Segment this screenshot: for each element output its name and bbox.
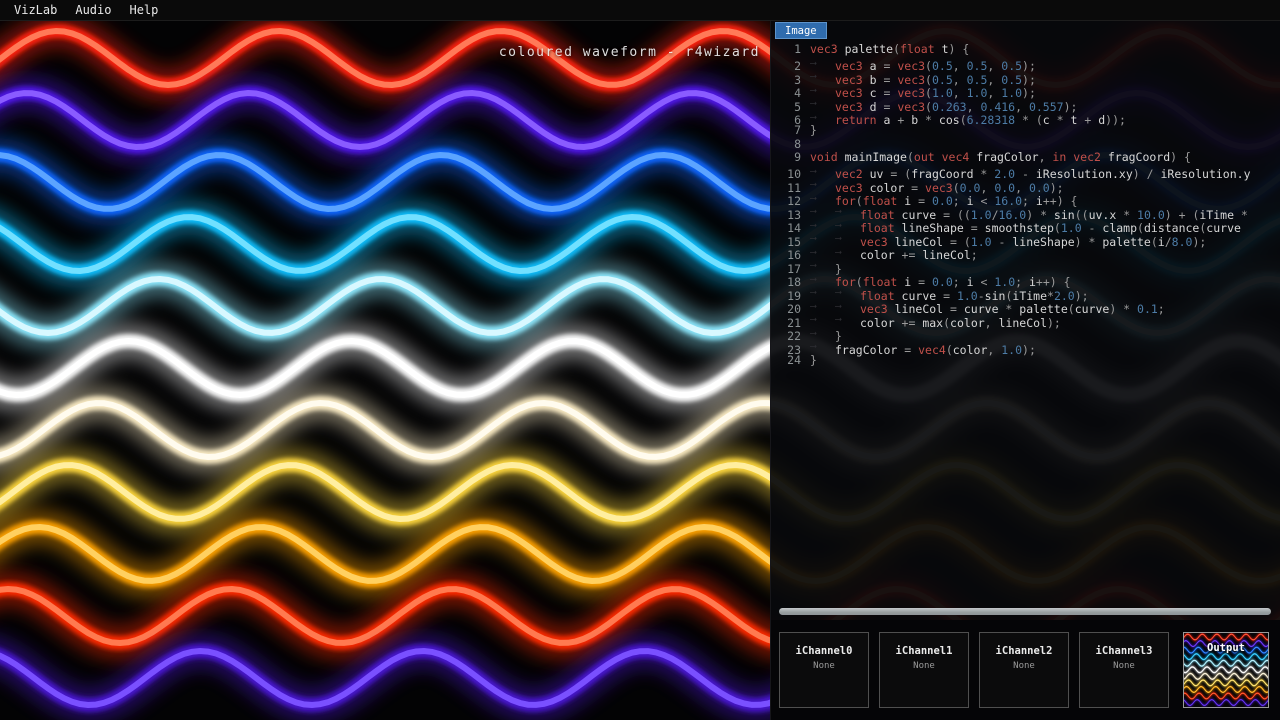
ichannel3-slot[interactable]: iChannel3 None: [1079, 632, 1169, 708]
tab-indent-guide: ⟶: [810, 192, 835, 206]
code-text: ⟶return a + b * cos(6.28318 * (c * t + d…: [810, 113, 1126, 127]
line-number: 8: [775, 138, 801, 152]
menu-help[interactable]: Help: [120, 3, 167, 17]
tab-indent-guide: ⟶: [810, 300, 835, 314]
tab-indent-guide: ⟶: [810, 327, 835, 341]
ichannel1-label: iChannel1: [880, 645, 968, 657]
tab-indent-guide: ⟶: [810, 97, 835, 111]
ichannel2-value: None: [980, 661, 1068, 671]
line-number: 24: [775, 354, 801, 368]
tab-indent-guide: ⟶: [810, 70, 835, 84]
line-number: 9: [775, 151, 801, 165]
tab-indent-guide: ⟶: [810, 340, 835, 354]
code-text: void mainImage(out vec4 fragColor, in ve…: [810, 150, 1191, 164]
code-text: vec3 palette(float t) {: [810, 43, 969, 56]
code-line[interactable]: 6⟶return a + b * cos(6.28318 * (c * t + …: [771, 111, 1280, 125]
code-line[interactable]: 9 void mainImage(out vec4 fragColor, in v…: [771, 151, 1280, 165]
ichannel1-slot[interactable]: iChannel1 None: [879, 632, 969, 708]
wave-6: [1184, 673, 1268, 679]
main-stage: coloured waveform - r4wizard Image 1 vec3…: [0, 20, 1280, 720]
tab-indent-guide: ⟶: [835, 219, 860, 233]
code-line[interactable]: 21⟶⟶color += max(color, lineCol);: [771, 313, 1280, 327]
code-line[interactable]: 2⟶vec3 a = vec3(0.5, 0.5, 0.5);: [771, 57, 1280, 71]
code-line[interactable]: 20⟶⟶vec3 lineCol = curve * palette(curve…: [771, 300, 1280, 314]
tab-indent-guide: ⟶: [835, 232, 860, 246]
tab-indent-guide: ⟶: [810, 165, 835, 179]
ichannel3-value: None: [1080, 661, 1168, 671]
tab-indent-guide: ⟶: [835, 313, 860, 327]
output-label: Output: [1184, 642, 1268, 654]
ichannel1-value: None: [880, 661, 968, 671]
tab-indent-guide: ⟶: [810, 57, 835, 71]
wave-5: [1184, 667, 1268, 673]
code-panel: Image 1 vec3 palette(float t) {2⟶vec3 a =…: [770, 20, 1280, 720]
tab-indent-guide: ⟶: [810, 219, 835, 233]
tab-image[interactable]: Image: [775, 22, 827, 39]
code-text: }: [810, 123, 817, 137]
tab-indent-guide: ⟶: [810, 178, 835, 192]
wave-10: [1184, 700, 1268, 706]
menu-audio[interactable]: Audio: [66, 3, 120, 17]
tab-indent-guide: ⟶: [835, 300, 860, 314]
code-line[interactable]: 10⟶vec2 uv = (fragCoord * 2.0 - iResolut…: [771, 165, 1280, 179]
code-line[interactable]: 12⟶for(float i = 0.0; i < 16.0; i++) {: [771, 192, 1280, 206]
code-line[interactable]: 18⟶for(float i = 0.0; i < 1.0; i++) {: [771, 273, 1280, 287]
ichannel2-slot[interactable]: iChannel2 None: [979, 632, 1069, 708]
code-line[interactable]: 5⟶vec3 d = vec3(0.263, 0.416, 0.557);: [771, 97, 1280, 111]
code-text: }: [810, 353, 817, 367]
wave-8: [1184, 687, 1268, 693]
tab-indent-guide: ⟶: [810, 246, 835, 260]
tab-indent-guide: ⟶: [810, 286, 835, 300]
code-editor[interactable]: 1 vec3 palette(float t) {2⟶vec3 a = vec3(…: [771, 43, 1280, 603]
tab-indent-guide: ⟶: [810, 205, 835, 219]
menu-bar: VizLab Audio Help: [0, 0, 1280, 21]
tab-indent-guide: ⟶: [835, 205, 860, 219]
ichannel0-label: iChannel0: [780, 645, 868, 657]
line-number: 1: [775, 43, 801, 57]
tab-indent-guide: ⟶: [835, 246, 860, 260]
code-line[interactable]: 23⟶fragColor = vec4(color, 1.0);: [771, 340, 1280, 354]
ichannel2-label: iChannel2: [980, 645, 1068, 657]
wave-4: [1184, 660, 1268, 666]
code-text: ⟶fragColor = vec4(color, 1.0);: [810, 343, 1036, 357]
tab-indent-guide: ⟶: [810, 259, 835, 273]
tab-bar: Image: [775, 22, 827, 39]
tab-indent-guide: ⟶: [810, 313, 835, 327]
horizontal-scrollbar[interactable]: [779, 608, 1271, 615]
code-line[interactable]: 13⟶⟶float curve = ((1.0/16.0) * sin((uv.…: [771, 205, 1280, 219]
channel-strip: iChannel0 None iChannel1 None iChannel2 …: [771, 620, 1280, 720]
tab-indent-guide: ⟶: [810, 84, 835, 98]
line-number: 7: [775, 124, 801, 138]
tab-indent-guide: ⟶: [810, 273, 835, 287]
ichannel0-slot[interactable]: iChannel0 None: [779, 632, 869, 708]
code-line[interactable]: 3⟶vec3 b = vec3(0.5, 0.5, 0.5);: [771, 70, 1280, 84]
ichannel3-label: iChannel3: [1080, 645, 1168, 657]
wave-0: [1184, 634, 1268, 640]
shader-title-overlay: coloured waveform - r4wizard: [380, 45, 760, 60]
ichannel0-value: None: [780, 661, 868, 671]
code-line[interactable]: 4⟶vec3 c = vec3(1.0, 1.0, 1.0);: [771, 84, 1280, 98]
menu-vizlab[interactable]: VizLab: [5, 3, 66, 17]
code-text: ⟶⟶color += max(color, lineCol);: [810, 316, 1061, 330]
output-preview[interactable]: Output: [1183, 632, 1269, 708]
tab-indent-guide: ⟶: [835, 286, 860, 300]
code-line[interactable]: 14⟶⟶float lineShape = smoothstep(1.0 - c…: [771, 219, 1280, 233]
code-line[interactable]: 1 vec3 palette(float t) {: [771, 43, 1280, 57]
code-line[interactable]: 15⟶⟶vec3 lineCol = (1.0 - lineShape) * p…: [771, 232, 1280, 246]
tab-indent-guide: ⟶: [810, 111, 835, 125]
code-line[interactable]: 19⟶⟶float curve = 1.0-sin(iTime*2.0);: [771, 286, 1280, 300]
tab-indent-guide: ⟶: [810, 232, 835, 246]
code-line[interactable]: 8: [771, 138, 1280, 152]
wave-3: [1184, 654, 1268, 660]
